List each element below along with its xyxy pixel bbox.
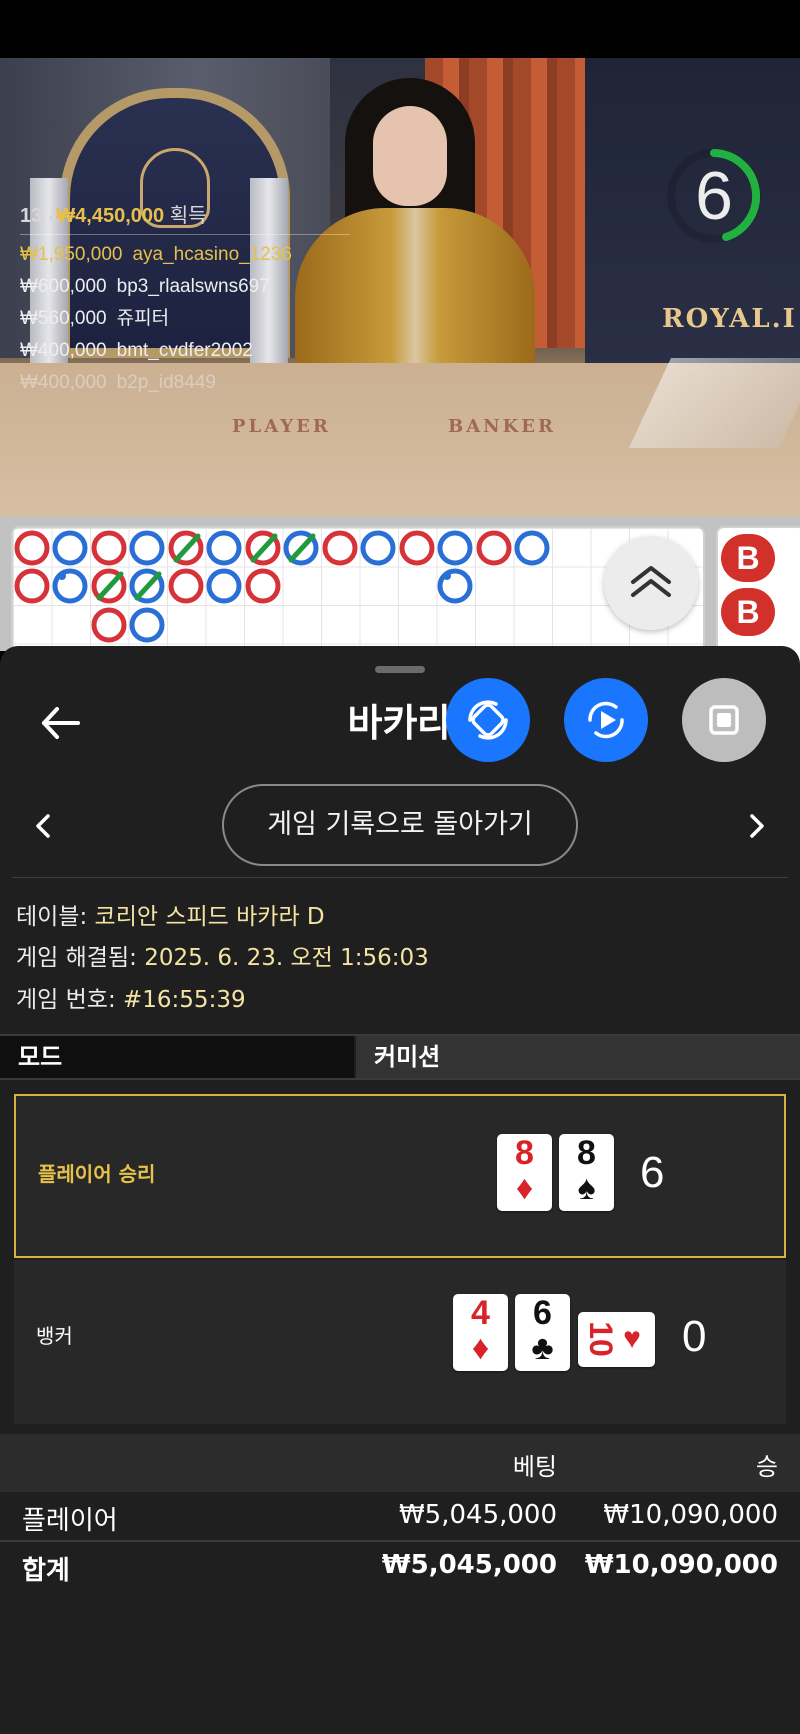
expand-roadmap-button[interactable] bbox=[604, 536, 698, 630]
big-road[interactable] bbox=[11, 526, 705, 666]
winners-label: 획득 bbox=[169, 205, 207, 227]
playing-card: 8 ♦ bbox=[497, 1134, 552, 1211]
table-row-total: 합계 ₩5,045,000 ₩10,090,000 bbox=[0, 1542, 800, 1592]
felt-banker-label: BANKER bbox=[448, 416, 556, 437]
countdown-number: 6 bbox=[695, 158, 733, 234]
page-title: 바카라 bbox=[347, 701, 453, 745]
player-hand-row: 플레이어 승리 8 ♦ 8 ♠ 6 bbox=[14, 1094, 786, 1258]
replay-button[interactable] bbox=[564, 678, 648, 762]
divider bbox=[20, 234, 350, 235]
bet-amount: ₩5,045,000 bbox=[398, 1500, 557, 1530]
winners-total: ₩4,450,000 bbox=[56, 205, 165, 227]
table-value: 코리안 스피드 바카라 D bbox=[94, 904, 325, 930]
tab-mode[interactable]: 모드 bbox=[0, 1036, 354, 1078]
chevron-right-icon bbox=[750, 814, 764, 838]
player-result-label: 플레이어 승리 bbox=[38, 1162, 156, 1186]
table-row: 플레이어 ₩5,045,000 ₩10,090,000 bbox=[0, 1492, 800, 1542]
chevron-left-icon bbox=[36, 814, 50, 838]
header-bet: 베팅 bbox=[512, 1453, 557, 1481]
playing-card: 6 ♣ bbox=[515, 1294, 570, 1371]
banker-score: 0 bbox=[682, 1312, 707, 1361]
table-header: 베팅 승 bbox=[0, 1434, 800, 1492]
game-history-sheet: 바카라 게임 기록으로 돌아가기 테이블: 코리안 스피드 바카라 D 게임 해… bbox=[0, 646, 800, 1734]
bead-banker: B bbox=[721, 588, 775, 636]
table-info: 테이블: 코리안 스피드 바카라 D bbox=[16, 897, 325, 931]
banker-result-label: 뱅커 bbox=[36, 1324, 73, 1348]
playing-card-sideways: 10 ♥ bbox=[578, 1312, 655, 1367]
live-video-stream: ROYAL.I PLAYER BANKER 13 ●₩4,450,000 획득 … bbox=[0, 58, 800, 516]
replay-icon bbox=[588, 701, 624, 739]
divider bbox=[12, 877, 788, 878]
winner-row: ₩400,000 b2p_id8449 bbox=[20, 372, 216, 393]
winners-count: 13 bbox=[20, 205, 43, 227]
detail-tabs: 모드 커미션 bbox=[0, 1034, 800, 1080]
game-number-info: 게임 번호: #16:55:39 bbox=[16, 980, 246, 1014]
stop-icon bbox=[709, 705, 739, 735]
winner-row: ₩400,000 bmt_cvdfer2002 bbox=[20, 340, 253, 361]
winner-row: ₩600,000 bp3_rlaalswns697 bbox=[20, 276, 270, 297]
bead-road[interactable]: B B bbox=[716, 526, 800, 666]
winners-header: 13 ●₩4,450,000 획득 bbox=[20, 200, 350, 232]
tab-commission[interactable]: 커미션 bbox=[356, 1036, 800, 1078]
back-to-history-button[interactable]: 게임 기록으로 돌아가기 bbox=[222, 784, 578, 866]
bet-type: 플레이어 bbox=[22, 1506, 118, 1536]
refresh-button[interactable] bbox=[446, 678, 530, 762]
player-score: 6 bbox=[640, 1148, 665, 1197]
win-amount: ₩10,090,000 bbox=[603, 1500, 778, 1530]
felt-player-label: PLAYER bbox=[232, 416, 331, 437]
chevron-double-up-icon bbox=[631, 566, 671, 597]
previous-game-button[interactable] bbox=[26, 808, 62, 844]
winner-row: ₩560,000 쥬피터 bbox=[20, 308, 170, 329]
header-win: 승 bbox=[755, 1453, 778, 1481]
resolved-info: 게임 해결됨: 2025. 6. 23. 오전 1:56:03 bbox=[16, 938, 429, 972]
bet-summary-table: 베팅 승 플레이어 ₩5,045,000 ₩10,090,000 합계 ₩5,0… bbox=[0, 1434, 800, 1592]
betting-countdown: 6 bbox=[664, 146, 764, 246]
resolved-value: 2025. 6. 23. 오전 1:56:03 bbox=[144, 945, 429, 971]
stop-button[interactable] bbox=[682, 678, 766, 762]
game-number-value: #16:55:39 bbox=[123, 987, 246, 1013]
resolved-label: 게임 해결됨: bbox=[16, 945, 137, 971]
playing-card: 4 ♦ bbox=[453, 1294, 508, 1371]
brand-logo: ROYAL.I bbox=[662, 304, 797, 334]
winner-row: ₩1,950,000 aya_hcasino_1236 bbox=[20, 244, 292, 265]
playing-card: 8 ♠ bbox=[559, 1134, 614, 1211]
bead-banker: B bbox=[721, 534, 775, 582]
sheet-drag-handle[interactable] bbox=[375, 666, 425, 673]
total-win-amount: ₩10,090,000 bbox=[584, 1550, 778, 1580]
winners-list: 13 ●₩4,450,000 획득 ₩1,950,000 aya_hcasino_… bbox=[20, 200, 350, 399]
rotate-sync-icon bbox=[468, 700, 508, 740]
total-label: 합계 bbox=[22, 1556, 70, 1586]
user-icon: ● bbox=[47, 209, 57, 225]
table-label: 테이블: bbox=[16, 904, 88, 930]
next-game-button[interactable] bbox=[738, 808, 774, 844]
game-number-label: 게임 번호: bbox=[16, 987, 116, 1013]
banker-hand-row: 뱅커 4 ♦ 6 ♣ 10 ♥ 0 bbox=[14, 1260, 786, 1424]
total-bet-amount: ₩5,045,000 bbox=[381, 1550, 557, 1580]
